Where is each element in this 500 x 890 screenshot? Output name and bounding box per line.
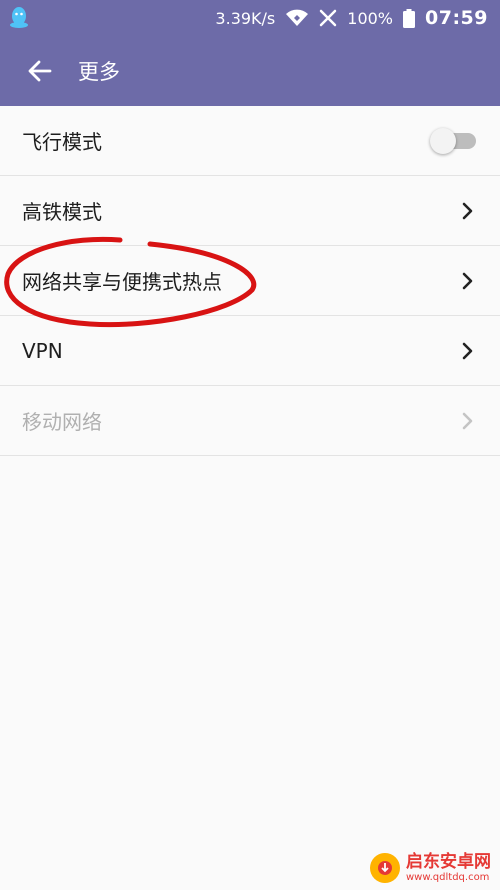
watermark-logo-icon (370, 853, 400, 883)
setting-label: VPN (22, 338, 63, 363)
battery-percent: 100% (347, 8, 394, 28)
setting-label: 移动网络 (22, 410, 102, 434)
setting-high-speed-rail-mode[interactable]: 高铁模式 (0, 176, 500, 246)
toggle-thumb (430, 127, 456, 154)
app-bar: 更多 (0, 36, 500, 106)
back-button[interactable] (12, 43, 68, 99)
status-bar: 3.39K/s 100% 07:59 (0, 0, 500, 36)
qq-icon (10, 7, 28, 28)
clock: 07:59 (425, 7, 488, 29)
arrow-left-icon (28, 60, 52, 82)
airplane-mode-toggle[interactable] (430, 127, 480, 154)
status-right: 3.39K/s 100% 07:59 (215, 0, 488, 36)
watermark-url: www.qdltdq.com (406, 871, 490, 883)
setting-tethering-hotspot[interactable]: 网络共享与便携式热点 (0, 246, 500, 316)
setting-label: 飞行模式 (22, 130, 102, 154)
setting-label: 高铁模式 (22, 200, 102, 224)
settings-list: 飞行模式 高铁模式 网络共享与便携式热点 VPN 移动网络 (0, 106, 500, 456)
watermark-title: 启东安卓网 (406, 851, 491, 872)
setting-mobile-network: 移动网络 (0, 386, 500, 456)
battery-icon (403, 8, 416, 28)
chevron-right-icon (458, 411, 478, 431)
setting-airplane-mode[interactable]: 飞行模式 (0, 106, 500, 176)
chevron-right-icon (458, 201, 478, 221)
chevron-right-icon (458, 271, 478, 291)
wifi-icon (286, 9, 309, 26)
setting-label: 网络共享与便携式热点 (22, 270, 222, 294)
watermark: 启东安卓网 www.qdltdq.com (370, 850, 500, 886)
watermark-text: 启东安卓网 www.qdltdq.com (406, 851, 491, 883)
network-speed: 3.39K/s (215, 8, 276, 28)
chevron-right-icon (458, 341, 478, 361)
setting-vpn[interactable]: VPN (0, 316, 500, 386)
page-title: 更多 (78, 60, 120, 84)
no-signal-icon (320, 9, 337, 27)
